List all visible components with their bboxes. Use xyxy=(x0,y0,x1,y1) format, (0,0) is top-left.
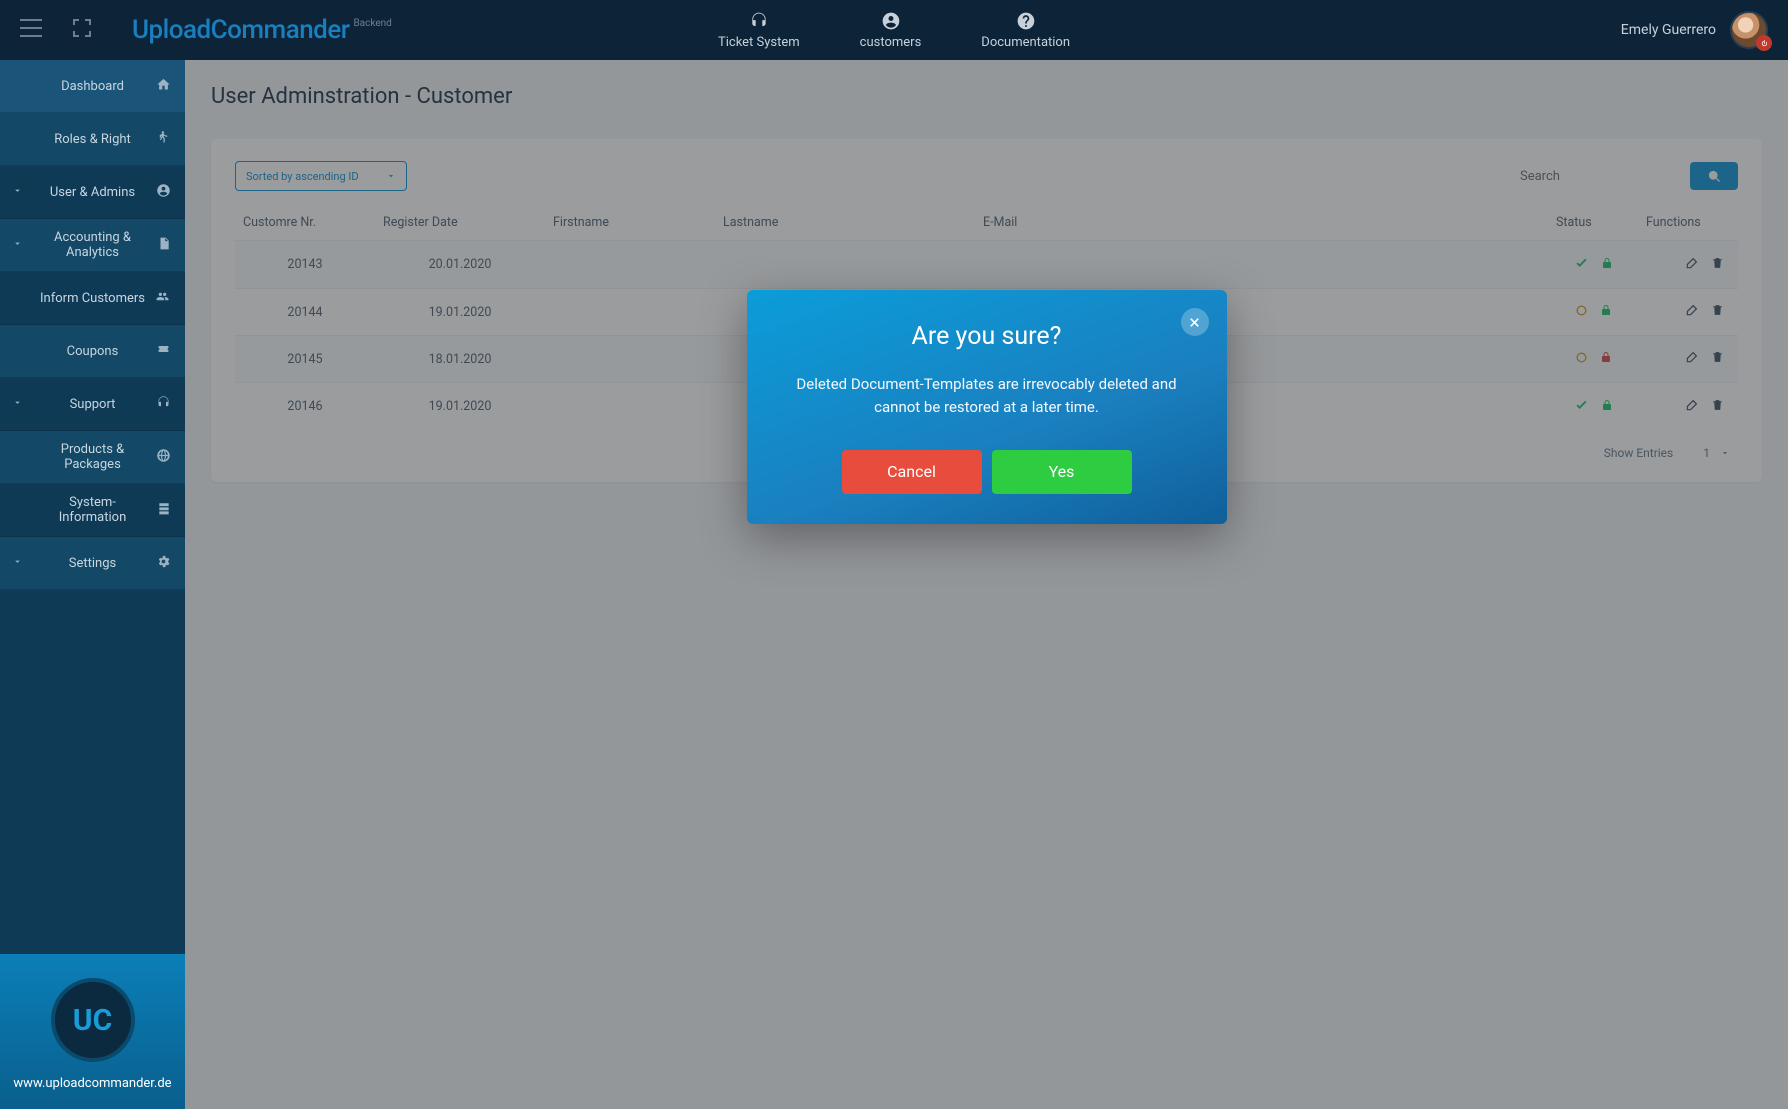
site-url: www.uploadcommander.de xyxy=(13,1076,171,1091)
headset-icon xyxy=(156,395,171,414)
topnav-ticket-system[interactable]: Ticket System xyxy=(718,11,800,50)
document-icon xyxy=(157,236,171,255)
modal-overlay: Are you sure? Deleted Document-Templates… xyxy=(185,60,1788,1109)
sidebar-item-coupons[interactable]: Coupons xyxy=(0,325,185,378)
logo-text: UC xyxy=(73,1003,112,1038)
top-nav: Ticket System customers Documentation xyxy=(718,11,1070,50)
fullscreen-toggle[interactable] xyxy=(72,18,92,42)
brand-logo: UploadCommander Backend xyxy=(132,15,392,45)
confirm-delete-modal: Are you sure? Deleted Document-Templates… xyxy=(747,290,1227,524)
modal-title: Are you sure? xyxy=(783,322,1191,351)
modal-close-button[interactable] xyxy=(1181,308,1209,336)
sidebar-item-accounting-analytics[interactable]: Accounting & Analytics xyxy=(0,219,185,272)
sidebar-footer: UC www.uploadcommander.de xyxy=(0,954,185,1109)
run-icon xyxy=(156,130,171,149)
power-icon xyxy=(1756,35,1772,51)
yes-button[interactable]: Yes xyxy=(992,450,1132,494)
sidebar: Dashboard Roles & Right User & Admins Ac… xyxy=(0,60,185,1109)
sidebar-item-dashboard[interactable]: Dashboard xyxy=(0,60,185,113)
user-area: Emely Guerrero xyxy=(1621,11,1768,49)
ticket-icon xyxy=(156,343,171,359)
group-icon xyxy=(154,290,171,307)
menu-toggle[interactable] xyxy=(20,19,42,41)
server-icon xyxy=(157,501,171,520)
sidebar-item-inform-customers[interactable]: Inform Customers xyxy=(0,272,185,325)
topnav-customers[interactable]: customers xyxy=(860,11,922,50)
help-circle-icon xyxy=(1016,11,1036,31)
sidebar-item-user-admins[interactable]: User & Admins xyxy=(0,166,185,219)
sidebar-item-settings[interactable]: Settings xyxy=(0,537,185,590)
sidebar-item-support[interactable]: Support xyxy=(0,378,185,431)
sidebar-item-roles-right[interactable]: Roles & Right xyxy=(0,113,185,166)
brand-suffix: Backend xyxy=(353,18,391,29)
globe-icon xyxy=(156,448,171,467)
person-circle-icon xyxy=(880,11,900,31)
brand-name: UploadCommander xyxy=(132,15,349,45)
topbar: UploadCommander Backend Ticket System cu… xyxy=(0,0,1788,60)
gear-icon xyxy=(156,554,171,573)
topnav-documentation[interactable]: Documentation xyxy=(981,11,1070,50)
logo-circle: UC xyxy=(51,978,135,1062)
headset-icon xyxy=(749,11,769,31)
main-content: User Adminstration - Customer Sorted by … xyxy=(185,60,1788,1109)
home-icon xyxy=(156,77,171,96)
sidebar-item-system-information[interactable]: System-Information xyxy=(0,484,185,537)
modal-body: Deleted Document-Templates are irrevocab… xyxy=(783,373,1191,420)
sidebar-item-products-packages[interactable]: Products & Packages xyxy=(0,431,185,484)
close-icon xyxy=(1188,316,1201,329)
user-avatar[interactable] xyxy=(1730,11,1768,49)
user-name: Emely Guerrero xyxy=(1621,22,1716,38)
cancel-button[interactable]: Cancel xyxy=(842,450,982,494)
person-circle-icon xyxy=(156,183,171,202)
